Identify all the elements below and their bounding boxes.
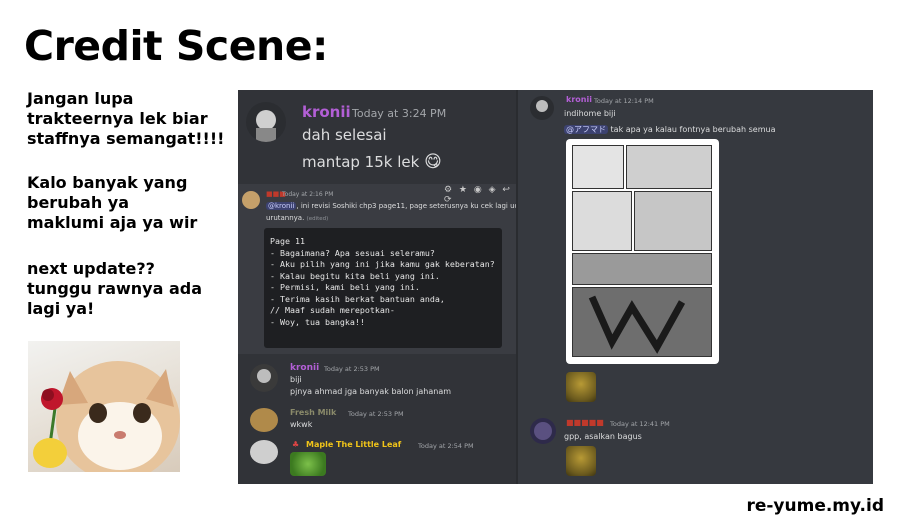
- message-text: urutannya. (edited): [266, 214, 328, 222]
- emote-icon: [566, 446, 596, 476]
- message-text: @アフマド tak apa ya kalau fontnya berubah s…: [564, 124, 775, 135]
- message-timestamp: Today at 12:14 PM: [594, 97, 654, 105]
- note-line: lagi ya!: [27, 299, 95, 318]
- leaf-badge-icon: ♣: [292, 440, 300, 449]
- username-kronii[interactable]: kronii: [290, 363, 319, 373]
- user-avatar[interactable]: [242, 191, 260, 209]
- edited-label: (edited): [306, 216, 329, 222]
- note-trakteer: Jangan lupa trakteernya lek biar staffny…: [27, 89, 227, 149]
- code-line: - Woy, tua bangka!!: [270, 316, 365, 327]
- manga-page-attachment[interactable]: [566, 139, 719, 364]
- message-text: gpp, asalkan bagus: [564, 432, 642, 441]
- message-text-span: urutannya.: [266, 214, 305, 222]
- message-text: indihome biji: [564, 109, 616, 118]
- user-mention[interactable]: @kronii: [266, 202, 297, 210]
- cat-rose-image: [28, 341, 180, 472]
- username-kronii[interactable]: kronii: [566, 95, 592, 104]
- pepe-sticker-icon: [290, 452, 326, 476]
- note-line: next update??: [27, 259, 155, 278]
- message-timestamp: Today at 2:53 PM: [348, 410, 404, 418]
- emote-icon: [566, 372, 596, 402]
- yum-emoji-icon: 😋: [424, 152, 442, 172]
- maple-avatar[interactable]: [250, 440, 278, 464]
- note-line: maklumi aja ya wir: [27, 213, 198, 232]
- message-text: dah selesai: [302, 126, 387, 144]
- kronii-avatar[interactable]: [246, 102, 286, 142]
- code-line: - Kalau begitu kita beli yang ini.: [270, 270, 440, 281]
- left-chat-panel: kronii Today at 3:24 PM dah selesai mant…: [238, 90, 550, 484]
- code-line: - Permisi, kami beli yang ini.: [270, 282, 420, 292]
- username-kronii[interactable]: kronii: [302, 103, 351, 121]
- slide-title: Credit Scene:: [24, 22, 328, 70]
- message-text: pjnya ahmad jga banyak balon jahanam: [290, 387, 452, 396]
- message-text-span: mantap 15k lek: [302, 153, 420, 171]
- message-text: biji: [290, 375, 302, 384]
- code-line: - Terima kasih berkat bantuan anda,: [270, 293, 445, 304]
- discord-screenshot: kronii Today at 3:24 PM dah selesai mant…: [238, 90, 873, 484]
- code-line: - Bagaimana? Apa sesuai seleramu?: [270, 247, 435, 258]
- message-text-span: tak apa ya kalau fontnya berubah semua: [608, 125, 776, 134]
- message-text: @kronii, ini revisi Soshiki chp3 page11,…: [266, 202, 550, 210]
- message-timestamp: Today at 3:24 PM: [352, 107, 447, 120]
- message-text-span: , ini revisi Soshiki chp3 page11, page s…: [296, 202, 551, 210]
- code-block: Page 11 - Bagaimana? Apa sesuai seleramu…: [264, 228, 502, 348]
- kronii-avatar[interactable]: [250, 364, 278, 392]
- note-line: Kalo banyak yang: [27, 173, 188, 192]
- user-avatar[interactable]: [530, 418, 556, 444]
- user-mention[interactable]: @アフマド: [564, 125, 608, 134]
- username-maple[interactable]: Maple The Little Leaf: [306, 440, 401, 449]
- note-line: staffnya semangat!!!!: [27, 129, 225, 148]
- code-line: // Maaf sudah merepotkan-: [270, 305, 395, 315]
- kronii-avatar[interactable]: [530, 96, 554, 120]
- note-changes: Kalo banyak yang berubah ya maklumi aja …: [27, 173, 227, 233]
- note-line: berubah ya: [27, 193, 130, 212]
- freshmilk-avatar[interactable]: [250, 408, 278, 432]
- note-line: tunggu rawnya ada: [27, 279, 202, 298]
- note-line: trakteernya lek biar: [27, 109, 208, 128]
- message-timestamp: Today at 2:16 PM: [282, 191, 334, 198]
- code-line: Page 11: [270, 236, 305, 246]
- site-url: re-yume.my.id: [746, 496, 884, 516]
- code-line: - Aku pilih yang ini jika kamu gak keber…: [270, 259, 495, 269]
- username-freshmilk[interactable]: Fresh Milk: [290, 408, 336, 417]
- message-timestamp: Today at 12:41 PM: [610, 420, 670, 428]
- message-timestamp: Today at 2:53 PM: [324, 365, 380, 373]
- right-chat-panel: kronii Today at 12:14 PM indihome biji @…: [518, 90, 873, 484]
- message-text: mantap 15k lek 😋: [302, 152, 442, 172]
- message-timestamp: Today at 2:54 PM: [418, 442, 474, 450]
- note-next-update: next update?? tunggu rawnya ada lagi ya!: [27, 259, 227, 319]
- username-redacted[interactable]: ■■■■■: [566, 418, 604, 427]
- note-line: Jangan lupa: [27, 89, 134, 108]
- message-text: wkwk: [290, 420, 313, 429]
